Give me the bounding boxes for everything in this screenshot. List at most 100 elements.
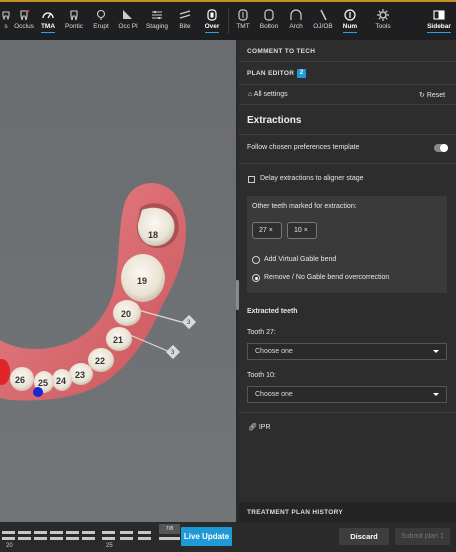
arch-icon (290, 9, 302, 21)
tooth-number-21: 21 (113, 335, 123, 345)
timeline-stage[interactable] (34, 537, 47, 540)
timeline-number: 20 (6, 543, 13, 549)
attachment-dot[interactable] (33, 387, 43, 397)
timeline-stage[interactable] (120, 537, 133, 540)
dental-arch-model[interactable]: 18 19 20 21 22 23 24 25 26 3 3 (0, 40, 236, 522)
timeline-number: 25 (106, 543, 113, 549)
timeline-stage[interactable] (50, 537, 63, 540)
radio-remove-gable-label: Remove / No Gable bend overcorrection (264, 274, 390, 281)
radio-add-gable[interactable] (252, 256, 260, 264)
timeline-stage[interactable] (138, 537, 151, 540)
timeline-stage[interactable] (66, 531, 79, 534)
reset-button[interactable]: ↻ Reset (419, 91, 445, 99)
tool-occlus[interactable]: Occlus (12, 2, 36, 40)
reset-icon: ↻ (419, 92, 425, 99)
section-title: Extractions (247, 115, 302, 126)
tooth-number-26: 26 (15, 375, 25, 385)
plane-icon (122, 9, 134, 21)
timeline-stage[interactable] (34, 531, 47, 534)
plan-editor-header: PLAN EDITOR 2 (247, 69, 307, 78)
tool-tmt[interactable]: TMT (231, 2, 255, 40)
timeline-stage[interactable] (18, 531, 31, 534)
chip-tooth-27[interactable]: 27 × (252, 222, 282, 239)
delay-extractions-checkbox[interactable] (248, 176, 255, 183)
tool-arch[interactable]: Arch (283, 2, 309, 40)
tooth-number-25: 25 (38, 378, 48, 388)
tool-ojob[interactable]: OJ/OB (309, 2, 337, 40)
timeline-stage[interactable] (102, 537, 115, 540)
gauge-icon (42, 9, 54, 21)
ipr-section[interactable]: 🔗︎ IPR (248, 423, 271, 431)
timeline-stage[interactable] (66, 537, 79, 540)
tool-partial[interactable]: s (0, 2, 12, 40)
panel-footer: Discard Submit plan 1 (239, 522, 456, 552)
submit-plan-button[interactable]: Submit plan 1 (395, 528, 450, 545)
discard-button[interactable]: Discard (339, 528, 389, 545)
plan-editor-badge: 2 (297, 69, 307, 78)
timeline-stage[interactable] (82, 531, 95, 534)
live-update-button[interactable]: Live Update (181, 527, 232, 546)
radio-remove-gable[interactable] (252, 274, 260, 282)
chevron-down-icon (433, 350, 439, 353)
tool-staging[interactable]: Staging (142, 2, 172, 40)
tool-over[interactable]: Over (198, 2, 226, 40)
timeline-stage[interactable] (50, 531, 63, 534)
tooth27-select-value: Choose one (255, 348, 293, 355)
close-icon[interactable]: × (269, 227, 273, 234)
timeline-stage[interactable] (2, 531, 15, 534)
all-settings-link[interactable]: ⌂ All settings (248, 91, 288, 98)
stage-timeline[interactable]: 20 25 7/8 Live Update (0, 522, 236, 552)
comment-to-tech-header[interactable]: COMMENT TO TECH (247, 48, 315, 55)
follow-template-toggle[interactable] (434, 144, 448, 152)
follow-template-label: Follow chosen preferences template (247, 144, 360, 151)
tooth-number-22: 22 (95, 356, 105, 366)
tool-bolton[interactable]: Bolton (255, 2, 283, 40)
divider (239, 412, 456, 413)
tool-bite[interactable]: Bite (172, 2, 198, 40)
radio-add-gable-label: Add Virtual Gable bend (264, 256, 337, 263)
last-stage-indicator[interactable]: 7/8 (159, 524, 180, 534)
tool-tma[interactable]: TMA (36, 2, 60, 40)
top-toolbar: s Occlus TMA Pontic Erupt Occ Pl Staging (0, 0, 456, 40)
overlay-icon (206, 9, 218, 21)
divider (239, 61, 456, 62)
tooth27-label: Tooth 27: (247, 329, 276, 336)
tooth10-select-value: Choose one (255, 391, 293, 398)
bolton-icon (263, 9, 275, 21)
toggle-knob (440, 144, 448, 152)
tool-num[interactable]: Num (337, 2, 363, 40)
tool-occ-pl[interactable]: Occ Pl (114, 2, 142, 40)
number-icon (344, 9, 356, 21)
tooth10-select[interactable]: Choose one (247, 386, 447, 403)
tooth-number-19: 19 (137, 276, 147, 286)
tooth-number-24: 24 (56, 376, 66, 386)
timeline-stage[interactable] (18, 537, 31, 540)
tool-erupt[interactable]: Erupt (88, 2, 114, 40)
tooth27-select[interactable]: Choose one (247, 343, 447, 360)
link-icon: 🔗︎ (248, 424, 257, 431)
tmt-icon (237, 9, 249, 21)
tooth-number-20: 20 (121, 309, 131, 319)
timeline-stage[interactable] (102, 531, 115, 534)
3d-viewport[interactable]: 18 19 20 21 22 23 24 25 26 3 3 (0, 40, 236, 522)
timeline-stage[interactable] (159, 537, 180, 540)
plan-editor-panel: COMMENT TO TECH PLAN EDITOR 2 ⌂ All setti… (239, 40, 456, 552)
all-settings-label: All settings (253, 91, 288, 98)
tool-sidebar[interactable]: Sidebar (422, 2, 456, 40)
chip-tooth-10[interactable]: 10 × (287, 222, 317, 239)
treatment-history-bar[interactable]: TREATMENT PLAN HISTORY (239, 502, 456, 522)
tooth-number-23: 23 (75, 370, 85, 380)
close-icon[interactable]: × (304, 227, 308, 234)
timeline-stage[interactable] (138, 531, 151, 534)
timeline-stage[interactable] (82, 537, 95, 540)
timeline-stage[interactable] (120, 531, 133, 534)
home-icon: ⌂ (248, 91, 253, 98)
tooth-number-18: 18 (148, 230, 158, 240)
timeline-stage[interactable] (2, 537, 15, 540)
other-teeth-label: Other teeth marked for extraction: (252, 203, 357, 210)
tool-tools[interactable]: Tools (363, 2, 403, 40)
chip-label: 10 (294, 227, 302, 234)
ojob-icon (317, 9, 329, 21)
toolbar-divider (228, 8, 229, 34)
tool-pontic[interactable]: Pontic (60, 2, 88, 40)
